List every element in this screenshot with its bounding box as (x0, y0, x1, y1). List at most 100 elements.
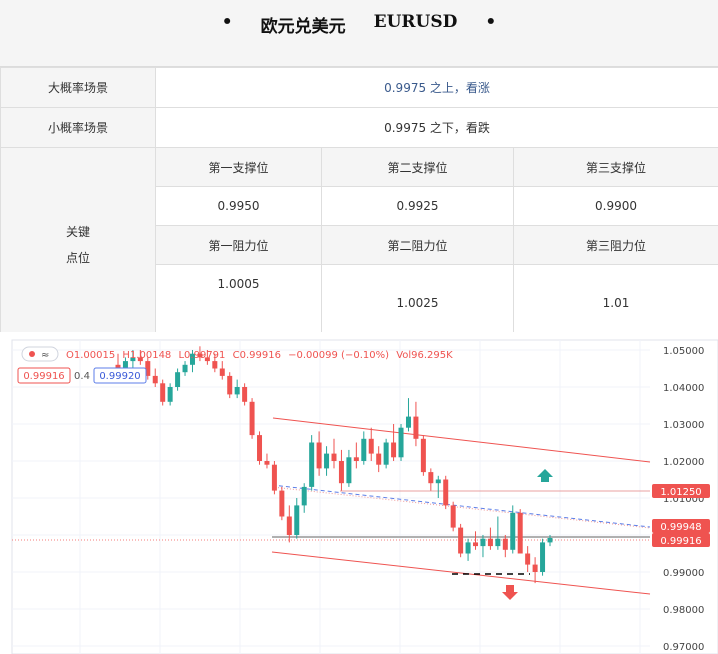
resistance-value-1-text: 1.0005 (217, 277, 260, 291)
candle-body (413, 416, 419, 439)
candle-body (324, 453, 330, 469)
support-value-3: 0.9900 (512, 186, 718, 226)
scenario-label-low: 小概率场景 (0, 107, 156, 148)
key-levels-label-line1: 关键 (65, 224, 90, 239)
candle-body (242, 387, 248, 402)
y-tick-label: 0.99000 (663, 568, 704, 579)
candle-body (368, 438, 374, 454)
support-value-1: 0.9950 (155, 186, 322, 226)
candle-body (458, 527, 464, 554)
price-chart[interactable]: 1.050001.040001.030001.020001.010001.000… (0, 332, 718, 654)
scenario-label-high: 大概率场景 (0, 67, 156, 108)
page-title-bar: • 欧元兑美元 EURUSD • (0, 0, 718, 67)
candle-body (450, 505, 456, 528)
candle-body (532, 564, 538, 572)
candle-body (487, 538, 493, 547)
scenario-value-low: 0.9975 之下，看跌 (154, 107, 718, 148)
candle-body (502, 538, 508, 550)
candle-body (465, 542, 471, 554)
candle-body (286, 516, 292, 535)
candle-body (338, 461, 344, 484)
ohlc-low: L0.99791 (178, 350, 225, 361)
price-tag-resistance: 1.01250 (652, 484, 710, 498)
candle-body (264, 461, 270, 465)
levels-table: 大概率场景 0.9975 之上，看涨 小概率场景 0.9975 之下，看跌 关键… (0, 67, 718, 342)
candle-body (294, 505, 300, 535)
price-tag-upper: 0.99948 (652, 519, 710, 533)
candle-body (480, 538, 486, 547)
candle-body (234, 387, 240, 395)
chart-svg[interactable]: 1.050001.040001.030001.020001.010001.000… (0, 332, 718, 654)
candle-body (376, 453, 382, 465)
support-header-3: 第三支撑位 (512, 147, 718, 187)
page-title: 欧元兑美元 (260, 17, 346, 37)
candle-body (219, 368, 225, 376)
resistance-value-3: 1.01 (512, 264, 718, 342)
support-value-2: 0.9925 (321, 186, 514, 226)
sell-badge-text: 0.99916 (23, 371, 64, 382)
status-dot-icon (29, 351, 35, 357)
candle-body (383, 442, 389, 465)
candle-body (398, 427, 404, 458)
candle-body (353, 457, 359, 461)
y-axis: 1.050001.040001.030001.020001.010001.000… (663, 346, 704, 653)
buy-badge-text: 0.99920 (99, 371, 140, 382)
candle-body (257, 435, 263, 461)
candle-body (435, 479, 441, 484)
candle-body (547, 537, 553, 543)
candle-body (331, 453, 337, 461)
key-levels-label-line2: 点位 (65, 250, 90, 265)
resistance-header-1: 第一阻力位 (155, 225, 322, 265)
support-header-2: 第二支撑位 (321, 147, 514, 187)
scenario-value-high: 0.9975 之上，看涨 (154, 67, 718, 108)
candle-body (525, 553, 531, 565)
candle-body (420, 438, 426, 473)
ohlc-open: O1.00015 (66, 350, 115, 361)
ohlc-change: −0.00099 (−0.10%) (288, 350, 389, 361)
candle-body (473, 542, 479, 547)
candle-body (279, 490, 285, 517)
spread-text: 0.4 (74, 371, 90, 382)
candle-body (495, 538, 501, 547)
candle-body (316, 442, 322, 469)
resistance-value-2: 1.0025 (321, 264, 514, 342)
y-tick-label: 1.04000 (663, 383, 704, 394)
candle-body (175, 372, 181, 387)
symbol-toggle-button[interactable] (21, 346, 59, 362)
price-tag-upper-text: 0.99948 (660, 522, 701, 533)
candle-body (249, 401, 255, 436)
candle-body (271, 464, 277, 491)
support-header-1: 第一支撑位 (155, 147, 322, 187)
key-levels-label: 关键 点位 (0, 147, 156, 342)
ohlc-close: C0.99916 (233, 350, 281, 361)
resistance-header-3: 第三阻力位 (512, 225, 718, 265)
y-tick-label: 0.98000 (663, 605, 704, 616)
candle-body (443, 479, 449, 506)
candle-body (405, 416, 411, 428)
candle-body (517, 512, 523, 554)
title-bullet-left: • (221, 12, 233, 32)
candle-body (122, 361, 128, 369)
candle-body (428, 472, 434, 484)
y-tick-label: 1.02000 (663, 457, 704, 468)
candle-body (227, 375, 233, 395)
ohlc-high: H1.00148 (122, 350, 171, 361)
price-tag-current: 0.99916 (652, 533, 710, 547)
candle-body (309, 442, 315, 487)
candle-body (510, 512, 516, 550)
wave-icon: ≈ (41, 350, 49, 361)
candle-body (540, 542, 546, 572)
candle-body (182, 364, 188, 373)
candle-body (152, 375, 158, 384)
candle-body (212, 361, 218, 369)
ohlc-volume: Vol96.295K (396, 350, 453, 361)
candle-body (167, 387, 173, 402)
page-symbol: EURUSD (373, 12, 458, 32)
resistance-value-1: 1.0005 (155, 264, 322, 342)
candle-body (160, 383, 166, 402)
candle-body (361, 438, 367, 461)
price-tag-current-text: 0.99916 (660, 536, 701, 547)
price-tag-resistance-text: 1.01250 (660, 487, 701, 498)
candle-body (301, 486, 307, 506)
y-tick-label: 0.97000 (663, 642, 704, 653)
